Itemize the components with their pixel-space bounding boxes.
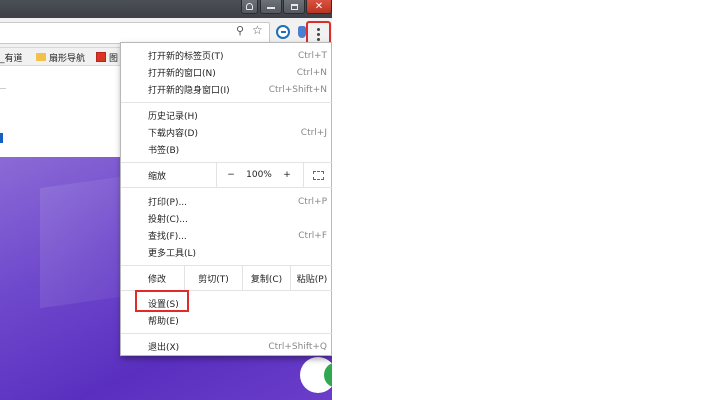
paste-button[interactable]: 粘贴(P)	[291, 266, 332, 290]
menu-item-exit[interactable]: 退出(X) Ctrl+Shift+Q	[121, 338, 332, 355]
menu-item-label: 查找(F)...	[148, 232, 187, 242]
page-link-mark	[0, 133, 3, 143]
zoom-label: 缩放	[148, 171, 167, 182]
menu-dot-icon	[317, 37, 320, 41]
menu-item-bookmarks[interactable]: 书签(B)	[121, 141, 332, 158]
menu-item-label: 下载内容(D)	[148, 129, 198, 139]
folder-icon	[36, 53, 46, 61]
close-button[interactable]: ✕	[306, 0, 332, 14]
menu-item-shortcut: Ctrl+T	[297, 50, 327, 61]
menu-item-label: 投射(C)...	[148, 215, 188, 225]
menu-item-label: 历史记录(H)	[148, 112, 198, 122]
extension-icon-2[interactable]	[298, 26, 306, 38]
menu-item-history[interactable]: 历史记录(H)	[121, 107, 332, 124]
menu-item-print[interactable]: 打印(P)... Ctrl+P	[121, 193, 332, 210]
menu-separator	[121, 102, 332, 103]
menu-item-label: 帮助(E)	[148, 317, 179, 327]
menu-item-shortcut: Ctrl+Shift+Q	[268, 341, 327, 352]
profile-button[interactable]	[241, 0, 258, 14]
bookmark-label: 扇形导航	[49, 53, 86, 64]
key-icon[interactable]: ⚲	[236, 24, 244, 37]
bookmark-label: _有道	[0, 53, 23, 64]
close-icon: ✕	[314, 0, 324, 12]
menu-item-label: 打开新的标签页(T)	[148, 52, 224, 62]
maximize-icon	[290, 3, 298, 10]
fullscreen-button[interactable]	[307, 163, 329, 187]
page-search-field[interactable]	[0, 67, 6, 89]
menu-item-label: 打印(P)...	[148, 198, 188, 208]
bookmark-fan-nav[interactable]: 扇形导航	[36, 50, 85, 64]
extension-icon[interactable]	[276, 25, 290, 39]
address-bar[interactable]	[0, 22, 270, 44]
menu-item-incognito-window[interactable]: 打开新的隐身窗口(I) Ctrl+Shift+N	[121, 81, 332, 98]
user-icon	[246, 3, 253, 10]
menu-item-new-window[interactable]: 打开新的窗口(N) Ctrl+N	[121, 64, 332, 81]
menu-item-more-tools[interactable]: 更多工具(L)	[121, 244, 332, 261]
zoom-row: 缩放 − 100% +	[121, 162, 332, 188]
menu-item-downloads[interactable]: 下载内容(D) Ctrl+J	[121, 124, 332, 141]
menu-item-shortcut: Ctrl+Shift+N	[268, 84, 327, 95]
menu-item-find[interactable]: 查找(F)... Ctrl+F	[121, 227, 332, 244]
copy-button[interactable]: 复制(C)	[243, 266, 290, 290]
menu-dot-icon	[317, 32, 320, 36]
zoom-out-button[interactable]: −	[221, 163, 241, 187]
divider	[303, 163, 304, 187]
zoom-level: 100%	[246, 170, 272, 180]
menu-item-shortcut: Ctrl+F	[298, 230, 327, 241]
menu-item-label: 书签(B)	[148, 146, 180, 156]
maximize-button[interactable]	[283, 0, 305, 14]
menu-item-label: 打开新的隐身窗口(I)	[148, 86, 230, 96]
menu-item-new-tab[interactable]: 打开新的标签页(T) Ctrl+T	[121, 47, 332, 64]
bookmark-youdao[interactable]: _有道	[0, 50, 23, 64]
menu-separator	[121, 333, 332, 334]
menu-item-shortcut: Ctrl+N	[296, 67, 327, 78]
fullscreen-icon	[312, 170, 324, 180]
edit-row: 修改 剪切(T) 复制(C) 粘贴(P)	[121, 265, 332, 291]
menu-item-label: 更多工具(L)	[148, 249, 197, 259]
browser-window: ✕ ⚲ ☆ _有道 扇形导航 图 打开新的标签页(T) Ctrl+T 打开新的窗…	[0, 0, 332, 400]
edit-label: 修改	[148, 274, 167, 285]
red-square-icon	[96, 52, 106, 62]
minimize-button[interactable]	[260, 0, 282, 14]
menu-item-shortcut: Ctrl+P	[298, 196, 327, 207]
title-bar: ✕	[0, 0, 332, 18]
menu-item-help[interactable]: 帮助(E)	[121, 312, 332, 329]
divider	[216, 163, 217, 187]
settings-highlight-box	[135, 290, 189, 312]
zoom-in-button[interactable]: +	[277, 163, 297, 187]
cut-button[interactable]: 剪切(T)	[185, 266, 242, 290]
menu-item-shortcut: Ctrl+J	[300, 127, 327, 138]
bookmark-third[interactable]: 图	[96, 50, 118, 64]
minimize-icon	[267, 7, 275, 9]
menu-item-cast[interactable]: 投射(C)...	[121, 210, 332, 227]
menu-dot-icon	[317, 27, 320, 31]
menu-item-label: 退出(X)	[148, 343, 180, 353]
bookmark-label: 图	[109, 53, 119, 64]
menu-item-label: 打开新的窗口(N)	[148, 69, 216, 79]
bookmark-star-icon[interactable]: ☆	[252, 23, 263, 37]
page-floating-badge[interactable]	[300, 357, 332, 393]
